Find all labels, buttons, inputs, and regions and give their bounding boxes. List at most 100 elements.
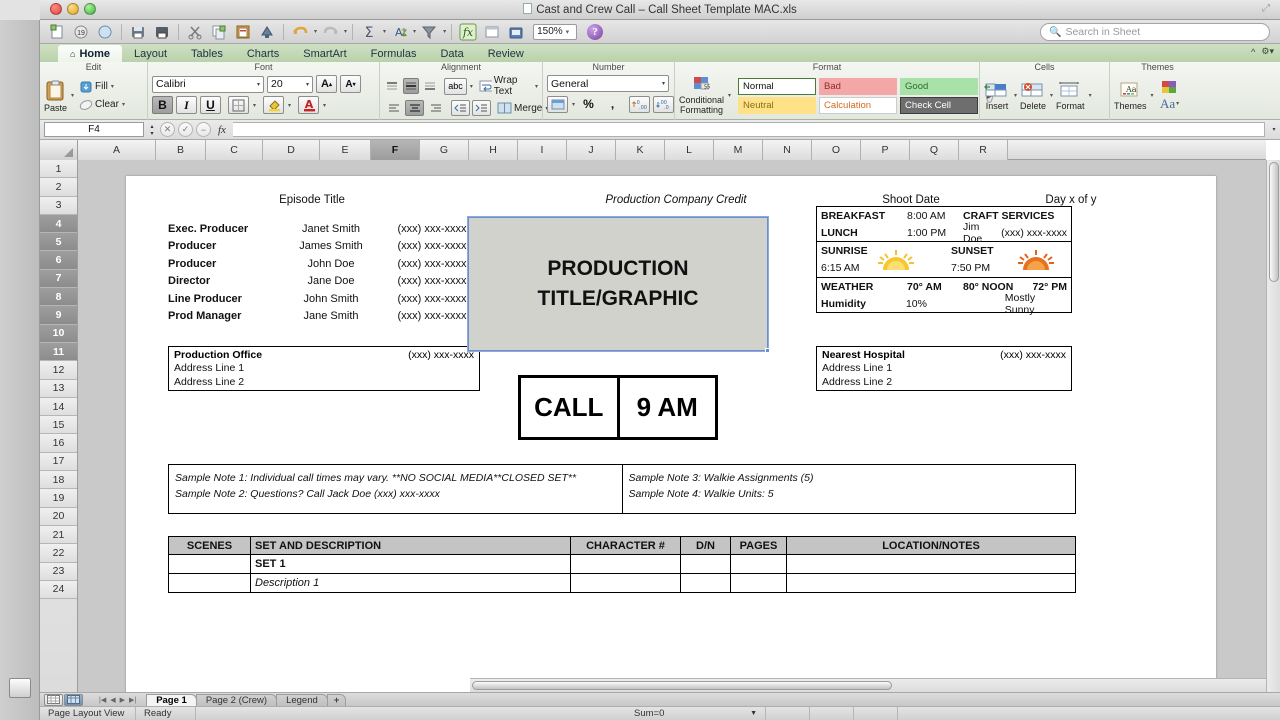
horizontal-scroll-thumb[interactable] bbox=[472, 681, 892, 690]
zoom-level-box[interactable]: 150% ▾ bbox=[533, 23, 578, 40]
font-size-select[interactable]: 20 ▾ bbox=[267, 75, 313, 93]
column-header-g[interactable]: G bbox=[420, 140, 469, 160]
row-header-18[interactable]: 18 bbox=[40, 471, 77, 490]
minimize-button[interactable] bbox=[67, 3, 79, 15]
filter-caret-icon[interactable]: ▾ bbox=[443, 28, 446, 35]
font-family-select[interactable]: Calibri ▾ bbox=[152, 75, 264, 93]
align-middle-button[interactable] bbox=[402, 78, 420, 94]
tab-layout[interactable]: Layout bbox=[122, 45, 179, 62]
borders-button[interactable] bbox=[228, 96, 249, 114]
next-sheet-icon[interactable]: ▶ bbox=[120, 696, 125, 704]
zoom-stepper-icon[interactable]: ▾ bbox=[566, 28, 570, 36]
tab-formulas[interactable]: Formulas bbox=[359, 45, 429, 62]
merge-button[interactable]: Merge ▾ bbox=[497, 101, 548, 115]
style-check-cell[interactable]: Check Cell bbox=[900, 96, 979, 114]
call-time-box[interactable]: CALL 9 AM bbox=[518, 375, 718, 440]
tab-smartart[interactable]: SmartArt bbox=[291, 45, 358, 62]
gallery-icon[interactable] bbox=[481, 22, 503, 42]
grow-font-button[interactable]: A ▴ bbox=[316, 75, 337, 93]
paste-caret-icon[interactable]: ▾ bbox=[71, 92, 74, 99]
normal-view-button[interactable] bbox=[44, 693, 63, 706]
horizontal-scrollbar[interactable] bbox=[470, 678, 1266, 692]
row-header-9[interactable]: 9 bbox=[40, 306, 77, 325]
shoot-date-cell[interactable]: Shoot Date bbox=[846, 194, 976, 206]
crew-row[interactable]: Director Jane Doe (xxx) xxx-xxxx bbox=[168, 273, 478, 291]
autosum-icon[interactable]: Σ bbox=[358, 22, 380, 42]
delete-cells-caret-icon[interactable]: ▾ bbox=[1050, 92, 1053, 99]
themes-caret-icon[interactable]: ▾ bbox=[1151, 92, 1154, 99]
name-box-stepper[interactable]: ▴ ▾ bbox=[147, 122, 157, 137]
sheet-tab-page-2-crew[interactable]: Page 2 (Crew) bbox=[195, 693, 278, 707]
add-sheet-button[interactable]: + bbox=[326, 693, 347, 707]
row-header-3[interactable]: 3 bbox=[40, 196, 77, 215]
wrap-text-button[interactable]: Wrap Text ▾ bbox=[479, 75, 538, 97]
row-header-13[interactable]: 13 bbox=[40, 379, 77, 398]
column-header-f[interactable]: F bbox=[371, 140, 420, 160]
row-header-20[interactable]: 20 bbox=[40, 507, 77, 526]
format-cells-button[interactable]: Format bbox=[1056, 81, 1085, 111]
style-calculation[interactable]: Calculation bbox=[819, 96, 898, 114]
first-sheet-icon[interactable]: |◀ bbox=[99, 696, 106, 704]
zoom-button[interactable] bbox=[84, 3, 96, 15]
fullscreen-icon[interactable]: ⤢ bbox=[1262, 4, 1272, 14]
orientation-button[interactable]: abc bbox=[443, 77, 467, 95]
undo-caret-icon[interactable]: ▾ bbox=[314, 28, 317, 35]
conditional-formatting-button[interactable]: 55 Conditional Formatting bbox=[679, 76, 724, 115]
undo-icon[interactable] bbox=[289, 22, 311, 42]
column-header-e[interactable]: E bbox=[320, 140, 371, 160]
currency-button[interactable] bbox=[547, 95, 568, 113]
sheet-canvas[interactable]: Episode Title Production Company Credit … bbox=[78, 160, 1266, 692]
insert-cells-caret-icon[interactable]: ▾ bbox=[1014, 92, 1017, 99]
episode-title-cell[interactable]: Episode Title bbox=[222, 194, 402, 206]
name-box[interactable]: F4 bbox=[44, 122, 144, 137]
align-left-button[interactable] bbox=[384, 100, 403, 116]
fill-color-button[interactable] bbox=[263, 96, 285, 114]
print-icon[interactable] bbox=[127, 22, 149, 42]
shrink-font-button[interactable]: A ▾ bbox=[340, 75, 361, 93]
confirm-icon[interactable]: ✓ bbox=[178, 122, 193, 137]
insert-cells-button[interactable]: Insert bbox=[984, 81, 1010, 111]
crew-row[interactable]: Line Producer John Smith (xxx) xxx-xxxx bbox=[168, 290, 478, 308]
production-company-credit-cell[interactable]: Production Company Credit bbox=[526, 194, 826, 206]
selection-fill-handle[interactable] bbox=[765, 348, 770, 353]
row-header-6[interactable]: 6 bbox=[40, 251, 77, 270]
align-bottom-button[interactable] bbox=[421, 78, 438, 94]
theme-colors-icon[interactable] bbox=[1159, 80, 1181, 96]
sum-indicator[interactable]: Sum=0 ▼ bbox=[626, 706, 766, 720]
comma-button[interactable]: , bbox=[602, 95, 623, 113]
table-row[interactable]: Description 1 bbox=[168, 574, 1076, 593]
clear-caret-icon[interactable]: ▾ bbox=[122, 101, 125, 108]
number-format-caret-icon[interactable]: ▾ bbox=[658, 80, 665, 87]
row-header-2[interactable]: 2 bbox=[40, 178, 77, 197]
currency-caret-icon[interactable]: ▾ bbox=[572, 101, 575, 108]
prev-sheet-icon[interactable]: ◀ bbox=[110, 696, 115, 704]
copy-icon[interactable] bbox=[208, 22, 230, 42]
column-header-c[interactable]: C bbox=[206, 140, 263, 160]
new-icon[interactable] bbox=[46, 22, 68, 42]
crew-row[interactable]: Prod Manager Jane Smith (xxx) xxx-xxxx bbox=[168, 308, 478, 326]
close-button[interactable] bbox=[50, 3, 62, 15]
last-sheet-icon[interactable]: ▶| bbox=[129, 696, 136, 704]
row-header-8[interactable]: 8 bbox=[40, 288, 77, 307]
table-row[interactable]: SET 1 bbox=[168, 555, 1076, 574]
formula-builder-icon[interactable]: fx bbox=[457, 22, 479, 42]
meals-weather-box[interactable]: BREAKFAST 8:00 AM CRAFT SERVICES LUNCH 1… bbox=[816, 206, 1072, 316]
style-good[interactable]: Good bbox=[900, 77, 979, 95]
column-header-k[interactable]: K bbox=[616, 140, 665, 160]
percent-button[interactable]: % bbox=[578, 95, 599, 113]
tab-data[interactable]: Data bbox=[428, 45, 475, 62]
row-header-1[interactable]: 1 bbox=[40, 160, 77, 179]
redo-icon[interactable] bbox=[319, 22, 341, 42]
sum-caret-icon[interactable]: ▼ bbox=[750, 710, 757, 717]
day-of-cell[interactable]: Day x of y bbox=[1006, 194, 1136, 206]
crew-row[interactable]: Producer John Doe (xxx) xxx-xxxx bbox=[168, 255, 478, 273]
clear-button[interactable]: Clear ▾ bbox=[79, 98, 125, 112]
formula-collapse-icon[interactable]: − bbox=[196, 122, 211, 137]
row-header-21[interactable]: 21 bbox=[40, 525, 77, 545]
row-header-7[interactable]: 7 bbox=[40, 269, 77, 289]
fill-caret-icon[interactable]: ▾ bbox=[111, 83, 114, 90]
row-header-24[interactable]: 24 bbox=[40, 580, 77, 600]
font-color-button[interactable]: A bbox=[298, 96, 320, 114]
search-input[interactable]: 🔍 Search in Sheet bbox=[1040, 23, 1270, 41]
autosum-caret-icon[interactable]: ▾ bbox=[383, 28, 386, 35]
